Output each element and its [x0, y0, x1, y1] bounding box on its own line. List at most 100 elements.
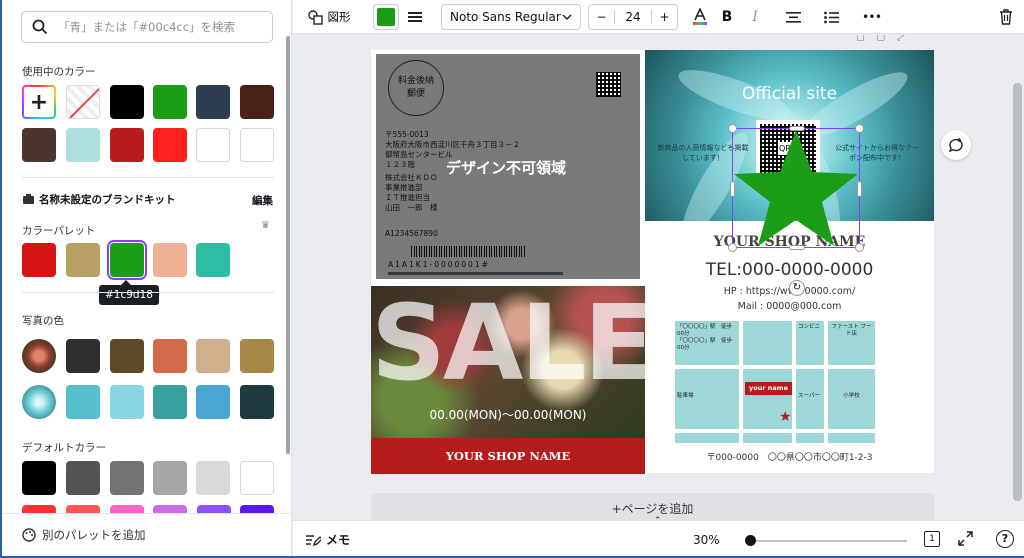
in-use-color-swatch[interactable]: [196, 128, 230, 162]
align-button[interactable]: [782, 4, 804, 30]
fullscreen-button[interactable]: [958, 531, 973, 550]
default-color-swatch[interactable]: [240, 461, 274, 495]
photo-thumbnail-flowers[interactable]: [22, 339, 56, 373]
address-area[interactable]: 料金後納 郵便 〒555-0013 大阪府大阪市西淀川区千舟３丁目３－２ 御幣島…: [376, 54, 640, 279]
photo-color-swatch[interactable]: [153, 385, 187, 419]
in-use-color-swatch[interactable]: [110, 128, 144, 162]
help-button[interactable]: ?: [996, 530, 1014, 548]
in-use-color-swatch[interactable]: [240, 85, 274, 119]
list-button[interactable]: [820, 4, 842, 30]
font-size-stepper[interactable]: − 24 +: [588, 4, 678, 30]
font-size-increase[interactable]: +: [651, 10, 677, 24]
notes-button[interactable]: メモ: [305, 531, 350, 548]
in-use-color-swatch[interactable]: [240, 128, 274, 162]
italic-button[interactable]: I: [745, 4, 765, 30]
delete-button[interactable]: [995, 4, 1017, 30]
resize-handle-right[interactable]: [857, 181, 862, 197]
photo-color-swatch[interactable]: [196, 385, 230, 419]
edit-brand-kit-link[interactable]: 編集: [252, 193, 273, 208]
palette-color-swatch[interactable]: [153, 243, 187, 277]
bold-button[interactable]: B: [717, 4, 737, 30]
add-palette-button[interactable]: 別のパレットを追加: [2, 513, 292, 556]
no-color-swatch[interactable]: [66, 85, 100, 119]
stamp-line-2: 郵便: [406, 89, 425, 99]
page-count-button[interactable]: 1: [924, 531, 940, 547]
default-color-swatch[interactable]: [110, 461, 144, 495]
barcode-text: A1A1K1-0000001#: [388, 260, 490, 269]
palette-color-swatch[interactable]: [22, 243, 56, 277]
stamp-line-1: 料金後納: [397, 76, 434, 86]
font-family-select[interactable]: Noto Sans Regular: [441, 4, 581, 30]
color-search-input[interactable]: 「青」または「#00c4cc」を検索: [21, 11, 273, 43]
map-block: [743, 321, 792, 365]
resize-handle-tl[interactable]: [728, 124, 737, 133]
palette-color-swatch[interactable]: [107, 240, 147, 280]
map-pin-label: your name: [745, 382, 792, 395]
tel-number: TEL:000-0000-0000: [705, 260, 874, 280]
resize-handle-top[interactable]: [789, 126, 805, 131]
fill-color-button[interactable]: [373, 4, 399, 30]
photo-color-swatch[interactable]: [110, 339, 144, 373]
default-color-swatch[interactable]: [66, 461, 100, 495]
canvas-vertical-scrollbar[interactable]: [1013, 83, 1022, 501]
default-color-swatch[interactable]: [22, 461, 56, 495]
panel-scrollbar[interactable]: [286, 36, 290, 454]
add-page-button[interactable]: +ページを追加: [371, 493, 934, 520]
photo-color-swatch[interactable]: [153, 339, 187, 373]
star-icon[interactable]: [732, 128, 860, 248]
border-style-icon: [408, 12, 422, 22]
resize-handle-bottom[interactable]: [789, 245, 805, 250]
default-color-swatch[interactable]: [153, 461, 187, 495]
photo-thumbnail-dahlia[interactable]: [22, 385, 56, 419]
palette-color-swatch[interactable]: [196, 243, 230, 277]
sale-title: SALE: [371, 286, 645, 404]
search-placeholder: 「青」または「#00c4cc」を検索: [58, 20, 236, 34]
resize-handle-bl[interactable]: [728, 243, 737, 252]
border-style-button[interactable]: [403, 4, 427, 30]
notes-label: メモ: [326, 533, 351, 547]
search-icon: [32, 19, 48, 35]
selection-box[interactable]: ↻: [728, 124, 864, 296]
sale-period: 00.00(MON)〜00.00(MON): [429, 408, 587, 422]
photo-color-swatch[interactable]: [110, 385, 144, 419]
add-comment-button[interactable]: [941, 130, 971, 160]
zoom-slider[interactable]: [745, 535, 907, 546]
palette-color-swatch[interactable]: [66, 243, 100, 277]
customer-code: A1234567890: [385, 229, 438, 238]
resize-handle-tr[interactable]: [855, 124, 864, 133]
map-station-block: 「〇〇〇〇」駅 徒歩00分 「〇〇〇〇」駅 徒歩00分: [675, 321, 739, 365]
text-color-icon: [693, 8, 707, 25]
in-use-color-swatch[interactable]: [110, 85, 144, 119]
photo-color-swatch[interactable]: [66, 339, 100, 373]
divider: [22, 177, 274, 178]
store-map: 「〇〇〇〇」駅 徒歩00分 「〇〇〇〇」駅 徒歩00分 コンビニ ファースト フー…: [675, 321, 875, 443]
shape-button[interactable]: 図形: [303, 4, 355, 30]
in-use-color-swatch[interactable]: [22, 128, 56, 162]
text-color-button[interactable]: [689, 4, 711, 30]
no-design-area-label: デザイン不可領域: [446, 159, 567, 177]
rotate-handle[interactable]: ↻: [789, 280, 805, 296]
in-use-color-swatch[interactable]: [153, 85, 187, 119]
resize-handle-left[interactable]: [730, 181, 735, 197]
photo-color-swatch[interactable]: [196, 339, 230, 373]
font-size-decrease[interactable]: −: [589, 10, 615, 24]
resize-handle-br[interactable]: [855, 243, 864, 252]
more-options-button[interactable]: •••: [859, 4, 885, 30]
in-use-color-swatch[interactable]: [196, 85, 230, 119]
photo-color-swatch[interactable]: [66, 385, 100, 419]
sale-image[interactable]: SALE 00.00(MON)〜00.00(MON): [371, 286, 645, 438]
trash-icon: [1000, 9, 1012, 25]
font-size-value[interactable]: 24: [615, 10, 651, 24]
in-use-color-swatch[interactable]: [153, 128, 187, 162]
add-palette-label: 別のパレットを追加: [42, 528, 146, 542]
default-color-swatch[interactable]: [196, 461, 230, 495]
map-parking-block: 駐車場: [675, 369, 739, 429]
photo-color-swatch[interactable]: [240, 339, 274, 373]
add-color-button[interactable]: +: [22, 85, 56, 119]
page-actions[interactable]: ▢▢⤢: [856, 35, 936, 43]
in-use-color-swatch[interactable]: [66, 128, 100, 162]
brand-kit-header[interactable]: 名称未設定のブランドキット: [22, 192, 176, 207]
design-page[interactable]: 料金後納 郵便 〒555-0013 大阪府大阪市西淀川区千舟３丁目３－２ 御幣島…: [371, 50, 934, 474]
zoom-slider-thumb[interactable]: [745, 535, 756, 546]
photo-color-swatch[interactable]: [240, 385, 274, 419]
